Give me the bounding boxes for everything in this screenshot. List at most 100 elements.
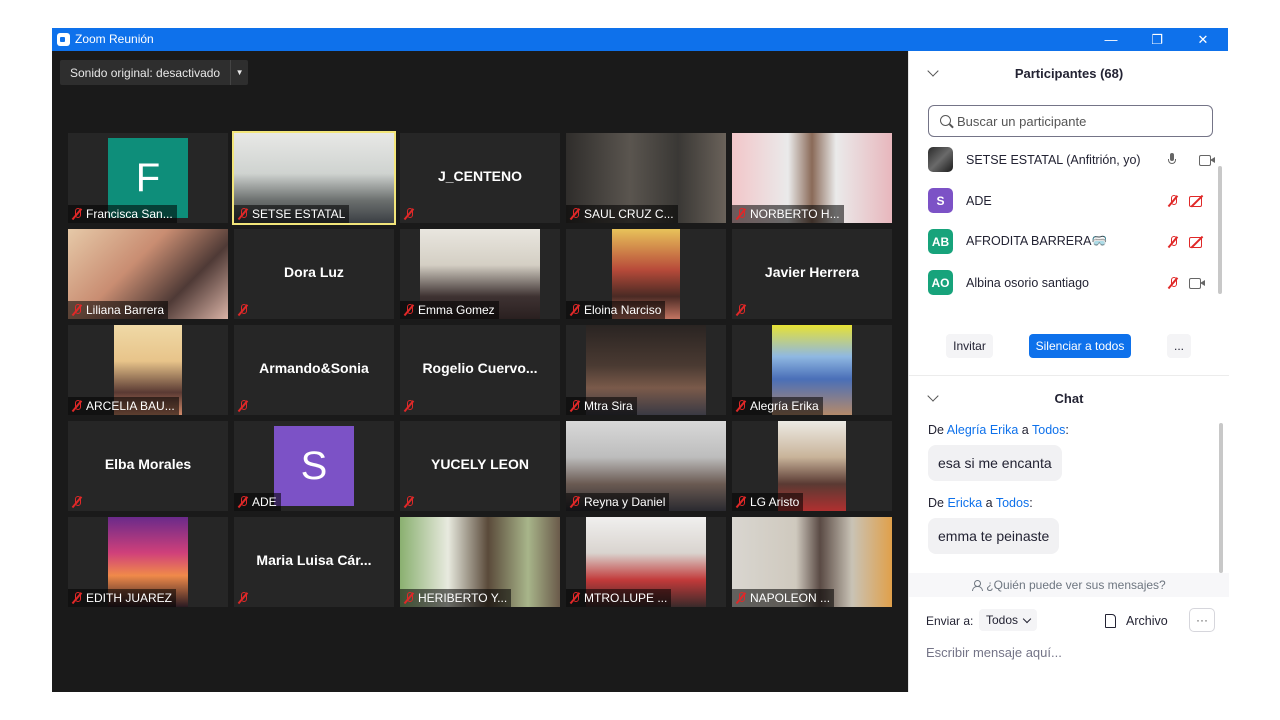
- participant-tile[interactable]: MTRO.LUPE ...: [566, 517, 726, 607]
- participant-tile[interactable]: EDITH JUAREZ: [68, 517, 228, 607]
- participant-avatar: [928, 147, 953, 172]
- mic-off-icon: [569, 208, 581, 220]
- participant-tile[interactable]: Elba Morales: [68, 421, 228, 511]
- invite-button[interactable]: Invitar: [946, 334, 993, 358]
- mic-off-icon: [569, 592, 581, 604]
- participant-tile[interactable]: ARCELIA BAU...: [68, 325, 228, 415]
- mic-on-icon[interactable]: [1167, 153, 1177, 166]
- mic-off-icon: [403, 496, 415, 508]
- participant-label: Reyna y Daniel: [566, 493, 670, 511]
- mic-off-icon: [569, 304, 581, 316]
- participant-label: ARCELIA BAU...: [68, 397, 179, 415]
- participant-avatar: AB: [928, 229, 953, 254]
- sender-from[interactable]: Alegría Erika: [947, 423, 1019, 437]
- sender-prefix: De: [928, 496, 948, 510]
- participant-label: Francisca San...: [68, 205, 177, 223]
- participant-row[interactable]: AB AFRODITA BARRERA🥽: [909, 221, 1221, 262]
- minimize-button[interactable]: —: [1088, 28, 1134, 51]
- participant-name: Dora Luz: [284, 264, 344, 280]
- avatar-letter: F: [135, 155, 161, 200]
- participant-tile[interactable]: Rogelio Cuervo...: [400, 325, 560, 415]
- participant-tile[interactable]: SAUL CRUZ C...: [566, 133, 726, 223]
- participant-tile[interactable]: Alegría Erika: [732, 325, 892, 415]
- collapse-chevron-icon[interactable]: [927, 65, 939, 77]
- close-button[interactable]: ✕: [1180, 28, 1226, 51]
- file-button[interactable]: Archivo: [1105, 610, 1168, 632]
- mic-off-icon: [735, 496, 747, 508]
- mic-off-icon[interactable]: [1167, 276, 1179, 289]
- participant-tile[interactable]: YUCELY LEON: [400, 421, 560, 511]
- participant-label-text: LG Aristo: [750, 495, 800, 509]
- participant-tile[interactable]: Maria Luisa Cár...: [234, 517, 394, 607]
- mute-all-button[interactable]: Silenciar a todos: [1029, 334, 1131, 358]
- participant-tile[interactable]: SETSE ESTATAL: [232, 131, 396, 225]
- panel-divider: [909, 375, 1229, 376]
- participant-label-text: HERIBERTO Y...: [418, 591, 508, 605]
- camera-on-icon[interactable]: [1199, 154, 1215, 166]
- collapse-chevron-icon[interactable]: [927, 390, 939, 402]
- camera-on-icon[interactable]: [1189, 277, 1205, 289]
- chat-message-input[interactable]: [926, 641, 1216, 663]
- participant-label-text: NAPOLEON ...: [750, 591, 831, 605]
- participant-label: ADE: [234, 493, 281, 511]
- participant-tile[interactable]: Eloina Narciso: [566, 229, 726, 319]
- mic-off-icon: [237, 496, 249, 508]
- participant-search-input[interactable]: Buscar un participante: [928, 105, 1213, 137]
- sender-from[interactable]: Ericka: [947, 496, 982, 510]
- mic-off-icon: [71, 592, 83, 604]
- participant-tile[interactable]: Armando&Sonia: [234, 325, 394, 415]
- participant-label: SETSE ESTATAL: [234, 205, 350, 223]
- sender-mid: a: [982, 496, 996, 510]
- participant-tile[interactable]: Mtra Sira: [566, 325, 726, 415]
- participant-tile[interactable]: NORBERTO H...: [732, 133, 892, 223]
- chat-header: Chat: [909, 378, 1229, 418]
- participant-tile[interactable]: S ADE: [234, 421, 394, 511]
- participants-title: Participantes (68): [1014, 65, 1124, 81]
- participant-row[interactable]: S ADE: [909, 180, 1221, 221]
- more-options-button[interactable]: ...: [1167, 334, 1191, 358]
- message-bubble: emma te peinaste: [928, 518, 1060, 554]
- participant-name: Elba Morales: [104, 456, 192, 472]
- participant-tile[interactable]: Emma Gomez: [400, 229, 560, 319]
- video-gallery: Sonido original: desactivado ▼ F Francisc…: [52, 51, 908, 692]
- participant-tile[interactable]: Javier Herrera: [732, 229, 892, 319]
- mic-off-icon[interactable]: [1167, 235, 1179, 248]
- mic-off-icon[interactable]: [1167, 194, 1179, 207]
- participant-name: Maria Luisa Cár...: [256, 552, 372, 568]
- participant-label-text: SAUL CRUZ C...: [584, 207, 674, 221]
- mic-off-icon: [71, 304, 83, 316]
- participant-tile[interactable]: HERIBERTO Y...: [400, 517, 560, 607]
- participant-list-scrollbar[interactable]: [1218, 166, 1222, 294]
- sender-to[interactable]: Todos: [1032, 423, 1065, 437]
- participant-tile[interactable]: Liliana Barrera: [68, 229, 228, 319]
- participant-label-text: MTRO.LUPE ...: [584, 591, 668, 605]
- chat-scrollbar[interactable]: [1219, 423, 1223, 573]
- avatar-initials: AB: [931, 234, 950, 249]
- participant-tile[interactable]: Reyna y Daniel: [566, 421, 726, 511]
- zoom-window: Zoom Reunión — ❐ ✕ Sonido original: desa…: [52, 28, 1229, 692]
- who-can-see-notice[interactable]: ¿Quién puede ver sus mensajes?: [909, 573, 1229, 597]
- participant-row[interactable]: SETSE ESTATAL (Anfitrión, yo): [909, 139, 1221, 180]
- participant-tile[interactable]: F Francisca San...: [68, 133, 228, 223]
- send-to-select[interactable]: Todos: [979, 609, 1038, 631]
- participant-name: Rogelio Cuervo...: [422, 360, 538, 376]
- participant-row[interactable]: AO Albina osorio santiago: [909, 262, 1221, 303]
- search-placeholder: Buscar un participante: [957, 113, 1087, 129]
- participant-tile[interactable]: J_CENTENO: [400, 133, 560, 223]
- mic-off-icon: [569, 400, 581, 412]
- participant-tile[interactable]: Dora Luz: [234, 229, 394, 319]
- sender-to[interactable]: Todos: [996, 496, 1029, 510]
- side-panel: Participantes (68) Buscar un participant…: [908, 51, 1229, 692]
- restore-button[interactable]: ❐: [1134, 28, 1180, 51]
- camera-off-icon[interactable]: [1189, 236, 1205, 248]
- chat-more-button[interactable]: ···: [1189, 608, 1215, 632]
- original-sound-button[interactable]: Sonido original: desactivado ▼: [60, 60, 249, 85]
- participant-label: Liliana Barrera: [68, 301, 169, 319]
- participant-tile[interactable]: LG Aristo: [732, 421, 892, 511]
- participant-label-text: Reyna y Daniel: [584, 495, 666, 509]
- participant-tile[interactable]: NAPOLEON ...: [732, 517, 892, 607]
- chevron-down-icon[interactable]: ▼: [230, 60, 248, 85]
- camera-off-icon[interactable]: [1189, 195, 1205, 207]
- file-icon: [1105, 614, 1116, 628]
- mic-off-icon: [403, 592, 415, 604]
